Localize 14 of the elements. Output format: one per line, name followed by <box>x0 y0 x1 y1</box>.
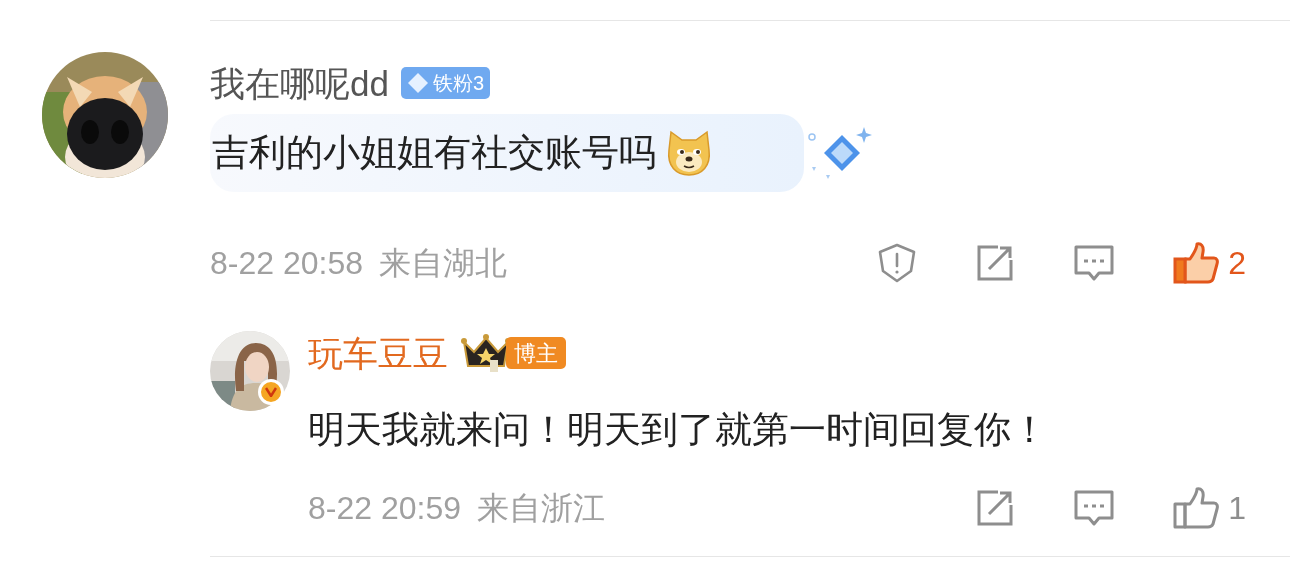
thumbs-up-icon[interactable] <box>1172 241 1221 285</box>
like-count: 1 <box>1228 489 1246 528</box>
username: 我在哪呢dd <box>210 65 389 101</box>
role-badge: 博主 <box>506 337 566 369</box>
comment-time: 8-22 20:58 <box>210 244 363 283</box>
reply-text: 明天我就来问！明天到了就第一时间回复你！ <box>308 408 1049 452</box>
username: 玩车豆豆 <box>308 335 448 371</box>
comment-location: 来自湖北 <box>379 244 507 283</box>
like-count: 2 <box>1228 244 1246 283</box>
thumbs-up-icon[interactable] <box>1172 486 1221 530</box>
comment-time: 8-22 20:59 <box>308 489 461 528</box>
comment-location: 来自浙江 <box>477 489 605 528</box>
fan-badge: 铁粉3 <box>400 67 491 99</box>
comment-text: 吉利的小姐姐有社交账号吗 <box>212 131 656 176</box>
